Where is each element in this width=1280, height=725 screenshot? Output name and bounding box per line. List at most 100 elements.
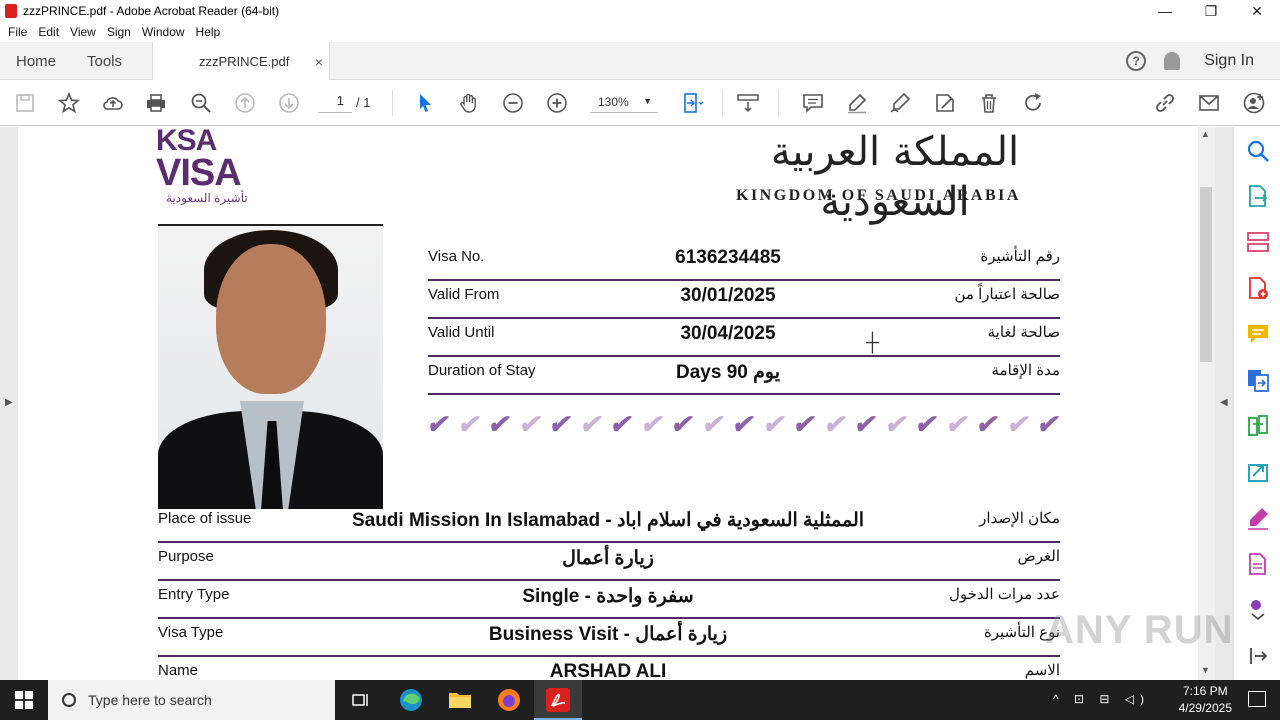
page-total: / 1 [356,95,371,110]
menu-view[interactable]: View [70,25,96,39]
fill-sign-icon[interactable] [933,91,957,115]
search-placeholder: Type here to search [88,692,212,708]
combine-files-icon[interactable] [1246,368,1270,392]
scrolling-mode-icon[interactable] [736,91,760,115]
comment-icon[interactable] [801,91,825,115]
field-value: Days 90 يوم [676,362,780,383]
menu-file[interactable]: File [8,25,27,39]
field-label-en: Entry Type [158,586,230,603]
tab-document-label: zzzPRINCE.pdf [199,54,290,69]
toolbar-divider [778,90,779,116]
menu-edit[interactable]: Edit [38,25,59,39]
field-value: ARSHAD ALI [549,661,667,680]
upload-cloud-icon[interactable] [101,91,125,115]
decorative-checkmarks: ✔ ✔ ✔ ✔ ✔ ✔ ✔ ✔ ✔ ✔ ✔ ✔ ✔ ✔ ✔ ✔ ✔ ✔ ✔ ✔ ✔ [425,409,1063,439]
applicant-photo [158,224,383,509]
delete-trash-icon[interactable] [977,91,1001,115]
create-pdf-icon[interactable] [1246,276,1270,300]
print-icon[interactable] [144,91,168,115]
select-cursor-icon[interactable] [413,91,437,115]
export-pdf-icon[interactable] [1246,184,1270,208]
field-label-ar: مدة الإقامة [991,362,1060,379]
save-icon[interactable] [13,91,37,115]
previous-page-icon[interactable] [233,91,257,115]
notification-center-icon[interactable] [1248,691,1266,707]
check-mark-icon: ✔ [851,409,880,439]
file-explorer-icon[interactable] [446,686,474,714]
highlight-pen-icon[interactable] [845,91,869,115]
field-value: 30/04/2025 [680,323,776,344]
check-mark-icon: ✔ [943,409,972,439]
compress-pdf-icon[interactable] [1246,414,1270,438]
email-icon[interactable] [1197,91,1221,115]
field-value: 6136234485 [675,247,781,268]
more-tools-icon[interactable] [1246,597,1270,621]
bookmark-star-icon[interactable] [57,91,81,115]
field-label-ar: رقم التأشيرة [980,248,1060,265]
zoom-out-icon[interactable] [501,91,525,115]
check-mark-icon: ✔ [485,409,514,439]
taskbar-clock[interactable]: 7:16 PM 4/29/2025 [1179,683,1232,717]
next-page-icon[interactable] [277,91,301,115]
rotate-icon[interactable] [1021,91,1045,115]
add-user-share-icon[interactable] [1242,91,1266,115]
toolbar-divider [722,90,723,116]
fill-and-sign-icon[interactable] [1246,506,1270,530]
field-value: Business Visit - زيارة أعمال [488,624,728,645]
field-label-en: Duration of Stay [428,362,536,379]
firefox-icon[interactable] [495,686,523,714]
search-tool-icon[interactable] [1246,139,1270,163]
left-panel-toggle[interactable]: ▶ [0,127,18,680]
sign-in-button[interactable]: Sign In [1204,52,1254,70]
chevron-down-icon: ▼ [643,96,652,106]
acrobat-reader-icon [546,688,570,712]
menu-window[interactable]: Window [142,25,185,39]
logo-arabic: تأشيرة السعودية [166,191,248,205]
tab-tools[interactable]: Tools [87,42,122,80]
collapse-right-panel-icon: ◀ [1220,397,1228,408]
help-icon[interactable]: ? [1126,51,1147,71]
draw-sign-icon[interactable] [888,91,912,115]
field-label-ar: صالحة لغاية [987,324,1060,341]
field-label-en: Valid From [428,286,500,303]
field-label-ar: صالحة اعتباراً من [954,286,1060,303]
edge-browser-icon[interactable] [397,686,425,714]
check-mark-icon: ✔ [1034,409,1063,439]
window-title: zzzPRINCE.pdf - Adobe Acrobat Reader (64… [23,4,280,18]
right-panel-toggle[interactable]: ◀ [1215,127,1233,680]
comment-tool-icon[interactable] [1246,322,1270,346]
minimize-button[interactable]: — [1142,0,1188,22]
check-mark-icon: ✔ [546,409,575,439]
vertical-scrollbar[interactable]: ▲ ▼ [1198,127,1215,680]
task-view-icon[interactable] [346,686,374,714]
zoom-in-icon[interactable] [545,91,569,115]
field-label-en: Visa Type [158,624,224,641]
menu-help[interactable]: Help [196,25,221,39]
scroll-down-icon[interactable]: ▼ [1201,665,1210,675]
scrollbar-thumb[interactable] [1200,187,1212,362]
tab-home[interactable]: Home [16,42,56,80]
menu-sign[interactable]: Sign [107,25,131,39]
taskbar-search-box[interactable]: Type here to search [48,680,335,720]
maximize-button[interactable]: ❐ [1188,0,1234,22]
hand-tool-icon[interactable] [457,91,481,115]
notifications-bell-icon[interactable] [1164,52,1181,70]
page-fit-icon[interactable] [681,91,705,115]
zoom-level-select[interactable]: 130% ▼ [590,93,658,113]
close-button[interactable]: ✕ [1234,0,1280,22]
tab-close-button[interactable]: × [315,54,323,70]
zoom-search-icon[interactable] [189,91,213,115]
edit-pdf-icon[interactable] [1246,552,1270,576]
send-for-review-icon[interactable] [1246,460,1270,484]
tab-document[interactable]: zzzPRINCE.pdf × [152,42,330,81]
page-number-input[interactable]: 1 [318,93,352,113]
window-controls: — ❐ ✕ [1142,0,1280,22]
system-tray[interactable]: ^ ⊡ ⊟ ◁) [1053,692,1150,706]
acrobat-taskbar-button[interactable] [534,680,582,720]
organize-pages-icon[interactable] [1246,230,1270,254]
windows-start-button[interactable] [0,680,48,720]
collapse-tools-panel-icon[interactable] [1246,644,1270,668]
share-link-icon[interactable] [1153,91,1177,115]
field-label-en: Place of issue [158,510,252,527]
scroll-up-icon[interactable]: ▲ [1201,129,1210,139]
